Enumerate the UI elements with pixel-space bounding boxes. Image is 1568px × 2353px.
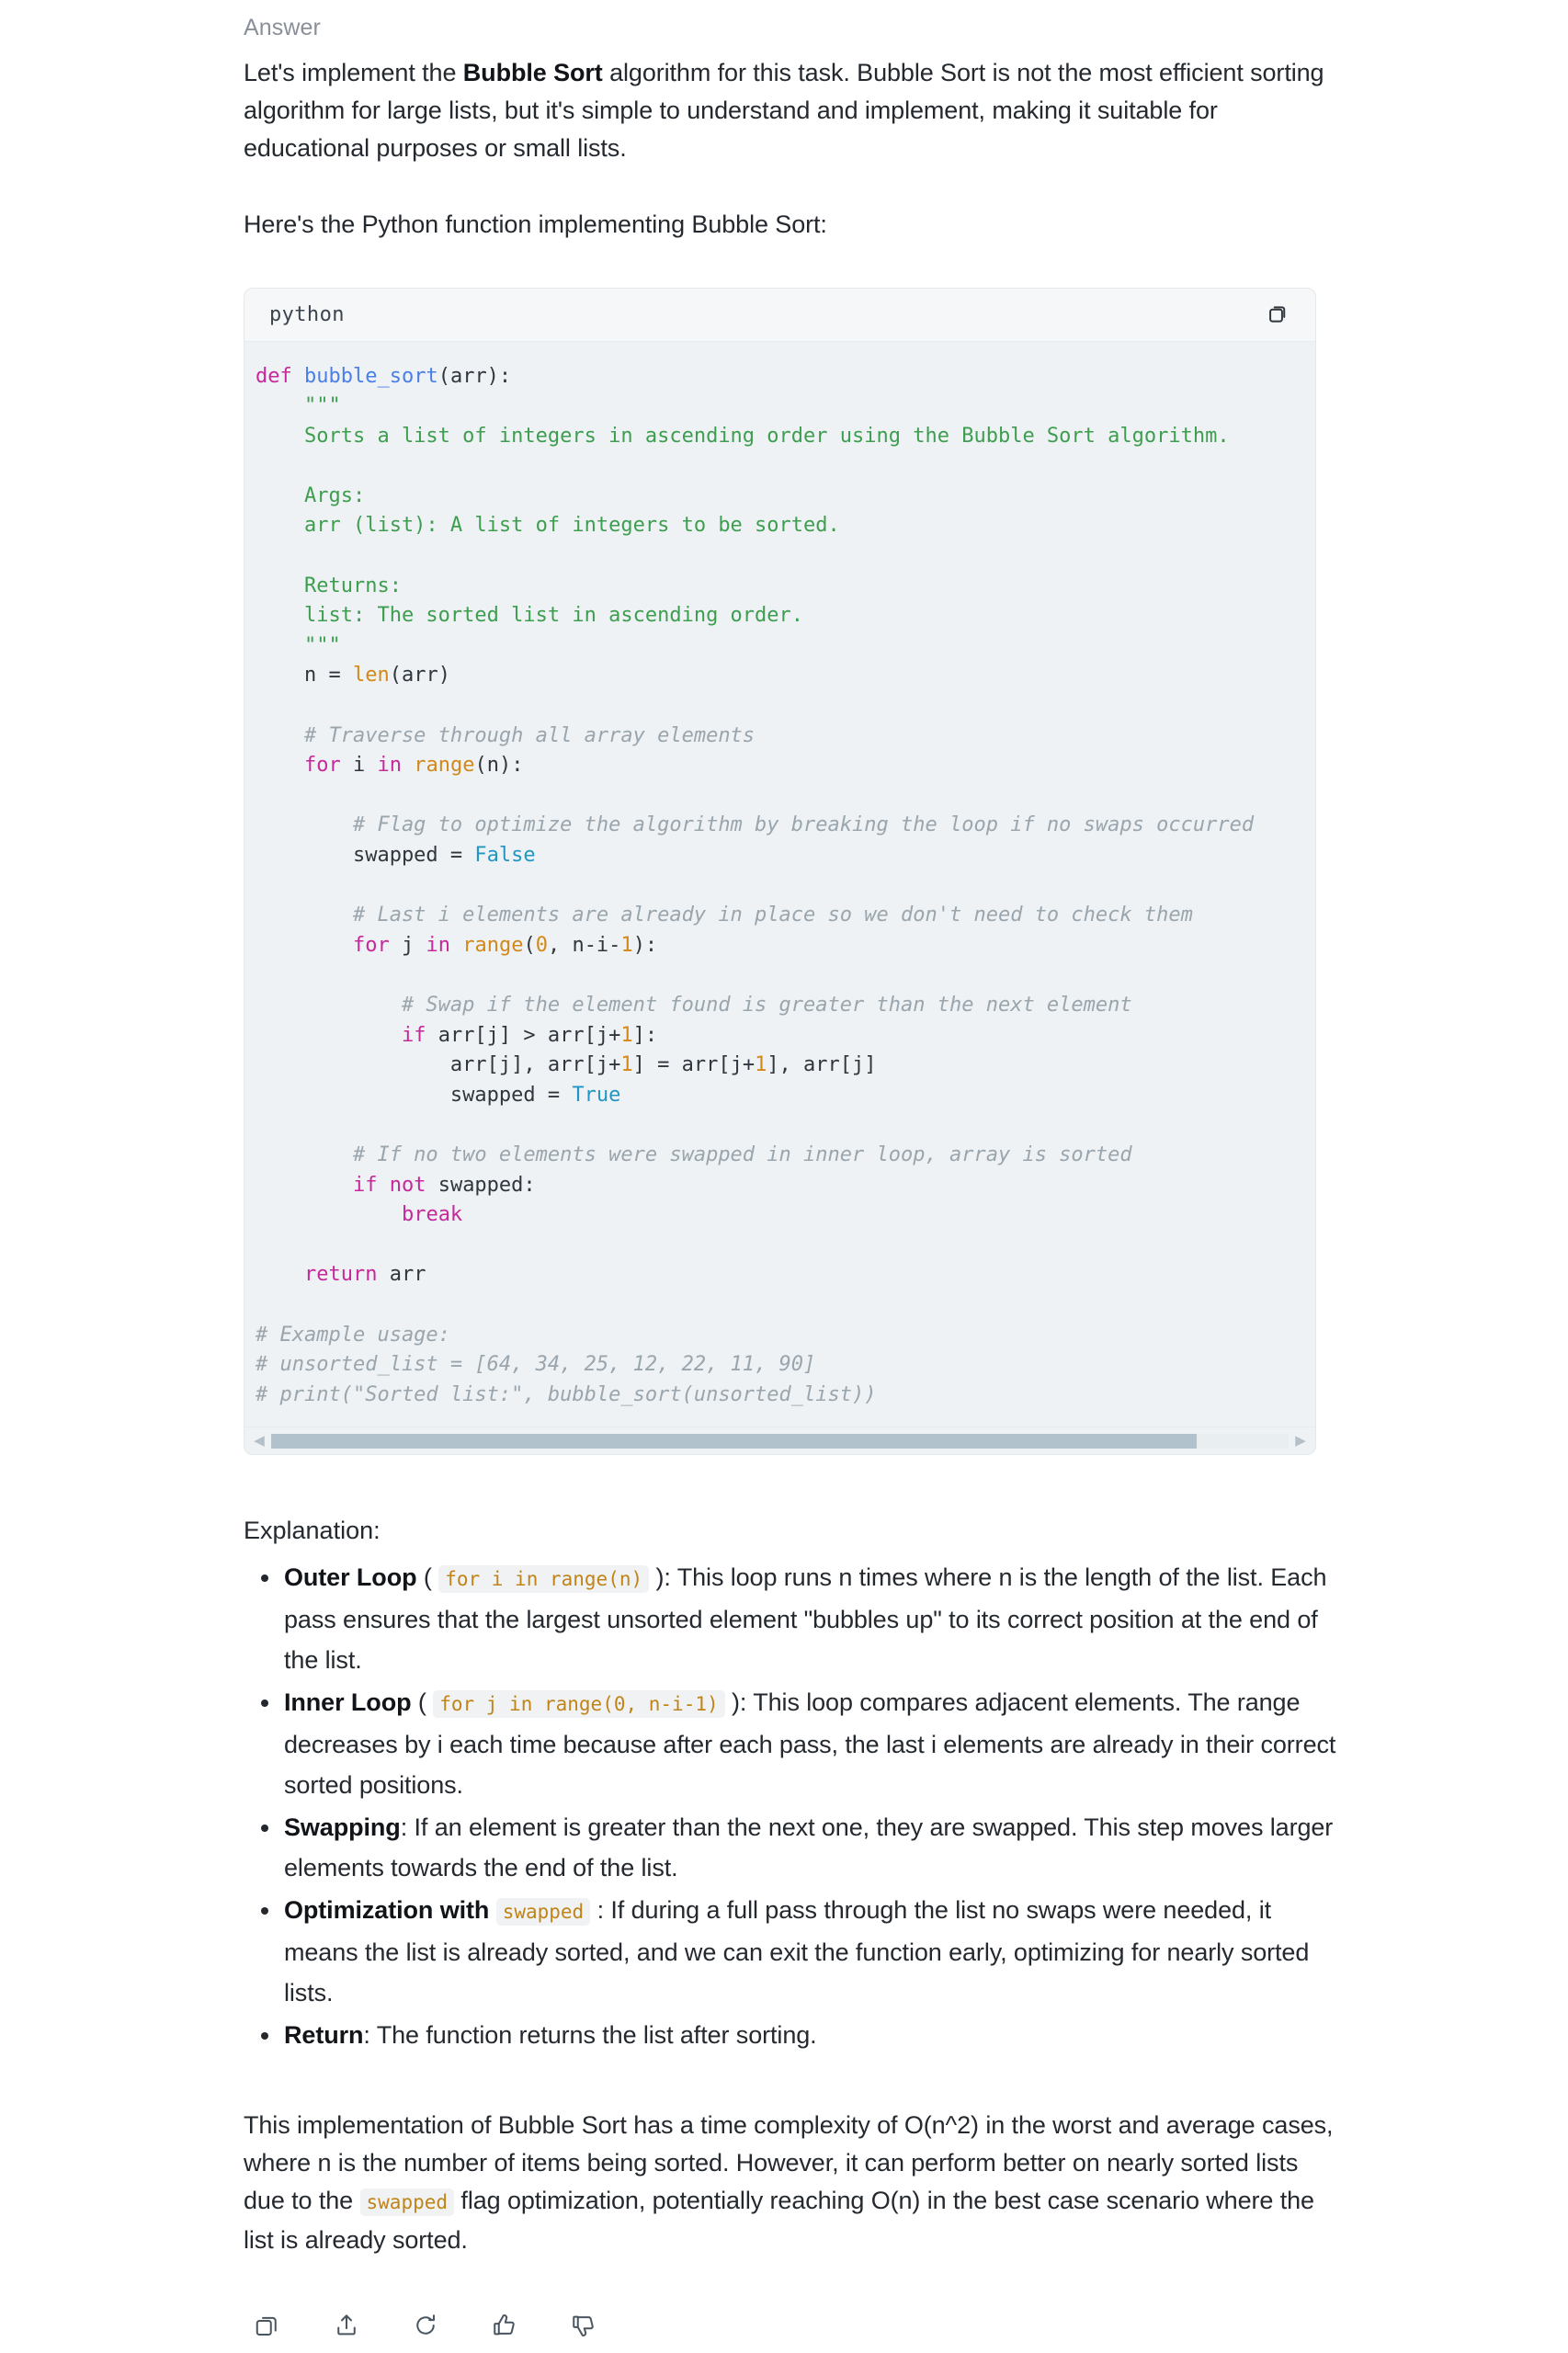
- thumbs-up-icon[interactable]: [486, 2307, 523, 2344]
- code-block: python def bubble_sort(arr): """ Sorts a…: [244, 287, 1316, 1456]
- lead-in-paragraph: Here's the Python function implementing …: [244, 210, 827, 238]
- list-item: Optimization with swapped : If during a …: [261, 1890, 1337, 2013]
- closing-paragraph: This implementation of Bubble Sort has a…: [244, 2111, 1334, 2255]
- chevron-left-icon[interactable]: ◀: [250, 1434, 268, 1448]
- list-item: Return: The function returns the list af…: [261, 2015, 1337, 2055]
- explanation-heading: Explanation:: [244, 1517, 381, 1545]
- chevron-right-icon[interactable]: ▶: [1291, 1434, 1310, 1448]
- intro-paragraph: Let's implement the Bubble Sort algorith…: [244, 58, 1324, 162]
- code-block-header: python: [244, 288, 1315, 342]
- scrollbar-track[interactable]: [271, 1433, 1289, 1449]
- copy-icon[interactable]: [1264, 299, 1295, 330]
- code-body: def bubble_sort(arr): """ Sorts a list o…: [244, 341, 1315, 1427]
- code-text: def bubble_sort(arr): """ Sorts a list o…: [256, 364, 1255, 1406]
- list-item: Outer Loop ( for i in range(n) ): This l…: [261, 1557, 1337, 1680]
- message-action-bar: [244, 2307, 1337, 2344]
- explanation-list: Outer Loop ( for i in range(n) ): This l…: [244, 1557, 1337, 2055]
- list-item: Inner Loop ( for j in range(0, n-i-1) ):…: [261, 1682, 1337, 1805]
- regenerate-icon[interactable]: [407, 2307, 444, 2344]
- code-horizontal-scrollbar[interactable]: ◀ ▶: [244, 1427, 1315, 1455]
- copy-icon[interactable]: [249, 2307, 286, 2344]
- thumbs-down-icon[interactable]: [565, 2307, 602, 2344]
- list-item: Swapping: If an element is greater than …: [261, 1807, 1337, 1888]
- answer-content: Answer Let's implement the Bubble Sort a…: [244, 0, 1337, 2344]
- scrollbar-thumb[interactable]: [271, 1433, 1198, 1449]
- answer-page: Answer Let's implement the Bubble Sort a…: [0, 0, 1568, 2353]
- code-language-label: python: [269, 302, 345, 326]
- share-icon[interactable]: [328, 2307, 365, 2344]
- answer-label: Answer: [244, 15, 321, 40]
